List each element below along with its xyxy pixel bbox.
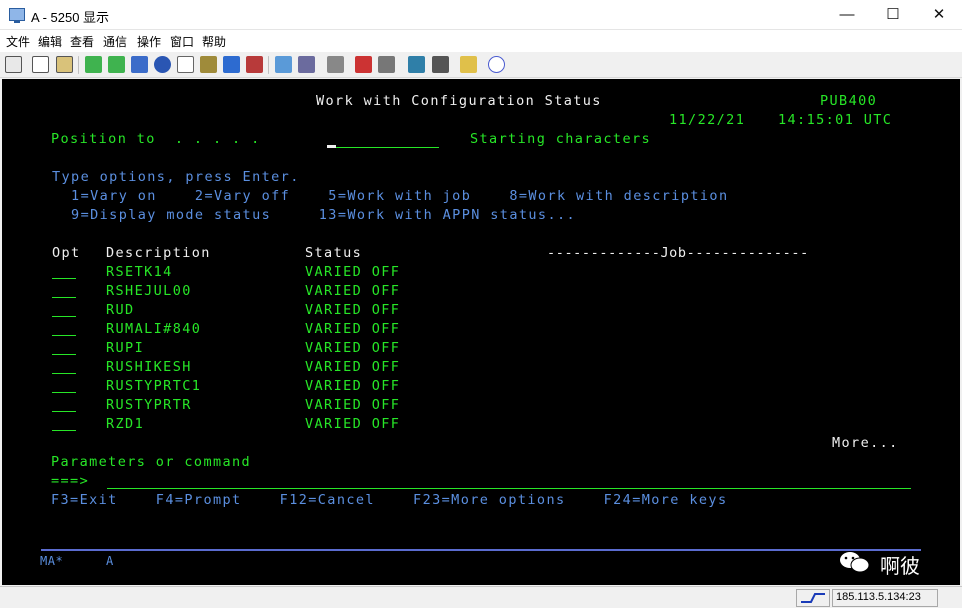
screen-title: Work with Configuration Status: [316, 93, 602, 109]
oia-session: A: [106, 554, 115, 568]
notes-icon[interactable]: [177, 56, 194, 73]
more-indicator: More...: [832, 435, 899, 451]
connection-status-icon: [796, 589, 830, 607]
row-status: VARIED OFF: [305, 397, 401, 413]
host-address: 185.113.5.134:23: [836, 591, 921, 603]
row-description: RUSHIKESH: [106, 359, 192, 375]
record-icon[interactable]: [355, 56, 372, 73]
row-status: VARIED OFF: [305, 264, 401, 280]
option-input[interactable]: [52, 430, 76, 431]
option-input[interactable]: [52, 335, 76, 336]
menu-file[interactable]: 文件: [6, 33, 30, 50]
menu-window[interactable]: 窗口: [170, 33, 194, 50]
minimize-button[interactable]: —: [824, 0, 870, 30]
send-file-icon[interactable]: [85, 56, 102, 73]
screen-time: 14:15:01 UTC: [778, 112, 893, 128]
option-input[interactable]: [52, 373, 76, 374]
options-line-1: 1=Vary on 2=Vary off 5=Work with job 8=W…: [52, 188, 729, 204]
settings-icon[interactable]: [246, 56, 263, 73]
options-line-2: 9=Display mode status 13=Work with APPN …: [52, 207, 577, 223]
position-to-label: Position to . . . . .: [51, 131, 261, 147]
status-bar: 185.113.5.134:23: [0, 586, 962, 608]
menu-actions[interactable]: 操作: [137, 33, 161, 50]
close-button[interactable]: ✕: [916, 0, 962, 30]
row-status: VARIED OFF: [305, 359, 401, 375]
option-input[interactable]: [52, 278, 76, 279]
function-keys: F3=Exit F4=Prompt F12=Cancel F23=More op…: [51, 492, 728, 508]
oia-indicator: MA*: [40, 554, 64, 568]
column-description: Description: [106, 245, 211, 261]
notepad-icon[interactable]: [460, 56, 477, 73]
display-setup-icon[interactable]: [275, 56, 292, 73]
position-to-input[interactable]: [327, 147, 439, 148]
print-icon[interactable]: [408, 56, 425, 73]
system-name: PUB400: [820, 93, 878, 109]
paste-icon[interactable]: [32, 56, 49, 73]
instructions: Type options, press Enter.: [52, 169, 300, 185]
row-status: VARIED OFF: [305, 416, 401, 432]
row-description: RUSTYPRTR: [106, 397, 192, 413]
print-setup-icon[interactable]: [432, 56, 449, 73]
row-status: VARIED OFF: [305, 321, 401, 337]
option-input[interactable]: [52, 411, 76, 412]
row-description: RUSTYPRTC1: [106, 378, 202, 394]
row-status: VARIED OFF: [305, 302, 401, 318]
menu-communication[interactable]: 通信: [103, 33, 127, 50]
command-prompt: ===>: [51, 473, 90, 489]
help-icon[interactable]: [488, 56, 505, 73]
toolbar-separator: [268, 56, 269, 74]
column-job: -------------Job--------------: [547, 245, 809, 261]
toolbar-separator: [78, 56, 79, 74]
window-title: A - 5250 显示: [31, 10, 110, 25]
terminal-screen[interactable]: Work with Configuration Status PUB400 11…: [2, 79, 960, 585]
tools-icon[interactable]: [327, 56, 344, 73]
row-description: RUMALI#840: [106, 321, 202, 337]
row-description: RSHEJUL00: [106, 283, 192, 299]
parameters-label: Parameters or command: [51, 454, 252, 470]
row-status: VARIED OFF: [305, 378, 401, 394]
option-input[interactable]: [52, 354, 76, 355]
column-opt: Opt: [52, 245, 81, 261]
receive-file-icon[interactable]: [108, 56, 125, 73]
menu-view[interactable]: 查看: [70, 33, 94, 50]
column-status: Status: [305, 245, 363, 261]
row-description: RZD1: [106, 416, 145, 432]
row-description: RUPI: [106, 340, 145, 356]
play-icon[interactable]: [154, 56, 171, 73]
terminal-app-icon: [9, 8, 25, 23]
position-hint: Starting characters: [470, 131, 652, 147]
command-input[interactable]: [107, 488, 911, 489]
screen-date: 11/22/21: [669, 112, 746, 128]
clipboard-icon[interactable]: [56, 56, 73, 73]
row-description: RSETK14: [106, 264, 173, 280]
stop-icon[interactable]: [378, 56, 395, 73]
option-input[interactable]: [52, 316, 76, 317]
watermark-text: 啊彼: [880, 554, 920, 578]
menu-help[interactable]: 帮助: [202, 33, 226, 50]
wechat-icon: [840, 552, 870, 573]
menu-edit[interactable]: 编辑: [38, 33, 62, 50]
macro-icon[interactable]: [131, 56, 148, 73]
grid-icon[interactable]: [298, 56, 315, 73]
cursor: [327, 145, 336, 148]
option-input[interactable]: [52, 392, 76, 393]
toolbar: [0, 52, 962, 78]
row-status: VARIED OFF: [305, 283, 401, 299]
keyboard-map-icon[interactable]: [223, 56, 240, 73]
oia-separator: [41, 549, 921, 551]
copy-icon[interactable]: [5, 56, 22, 73]
option-input[interactable]: [52, 297, 76, 298]
row-description: RUD: [106, 302, 135, 318]
color-map-icon[interactable]: [200, 56, 217, 73]
row-status: VARIED OFF: [305, 340, 401, 356]
menu-bar: 文件 编辑 查看 通信 操作 窗口 帮助: [0, 30, 962, 52]
title-bar: A - 5250 显示 — ☐ ✕: [0, 0, 962, 30]
maximize-button[interactable]: ☐: [870, 0, 916, 30]
